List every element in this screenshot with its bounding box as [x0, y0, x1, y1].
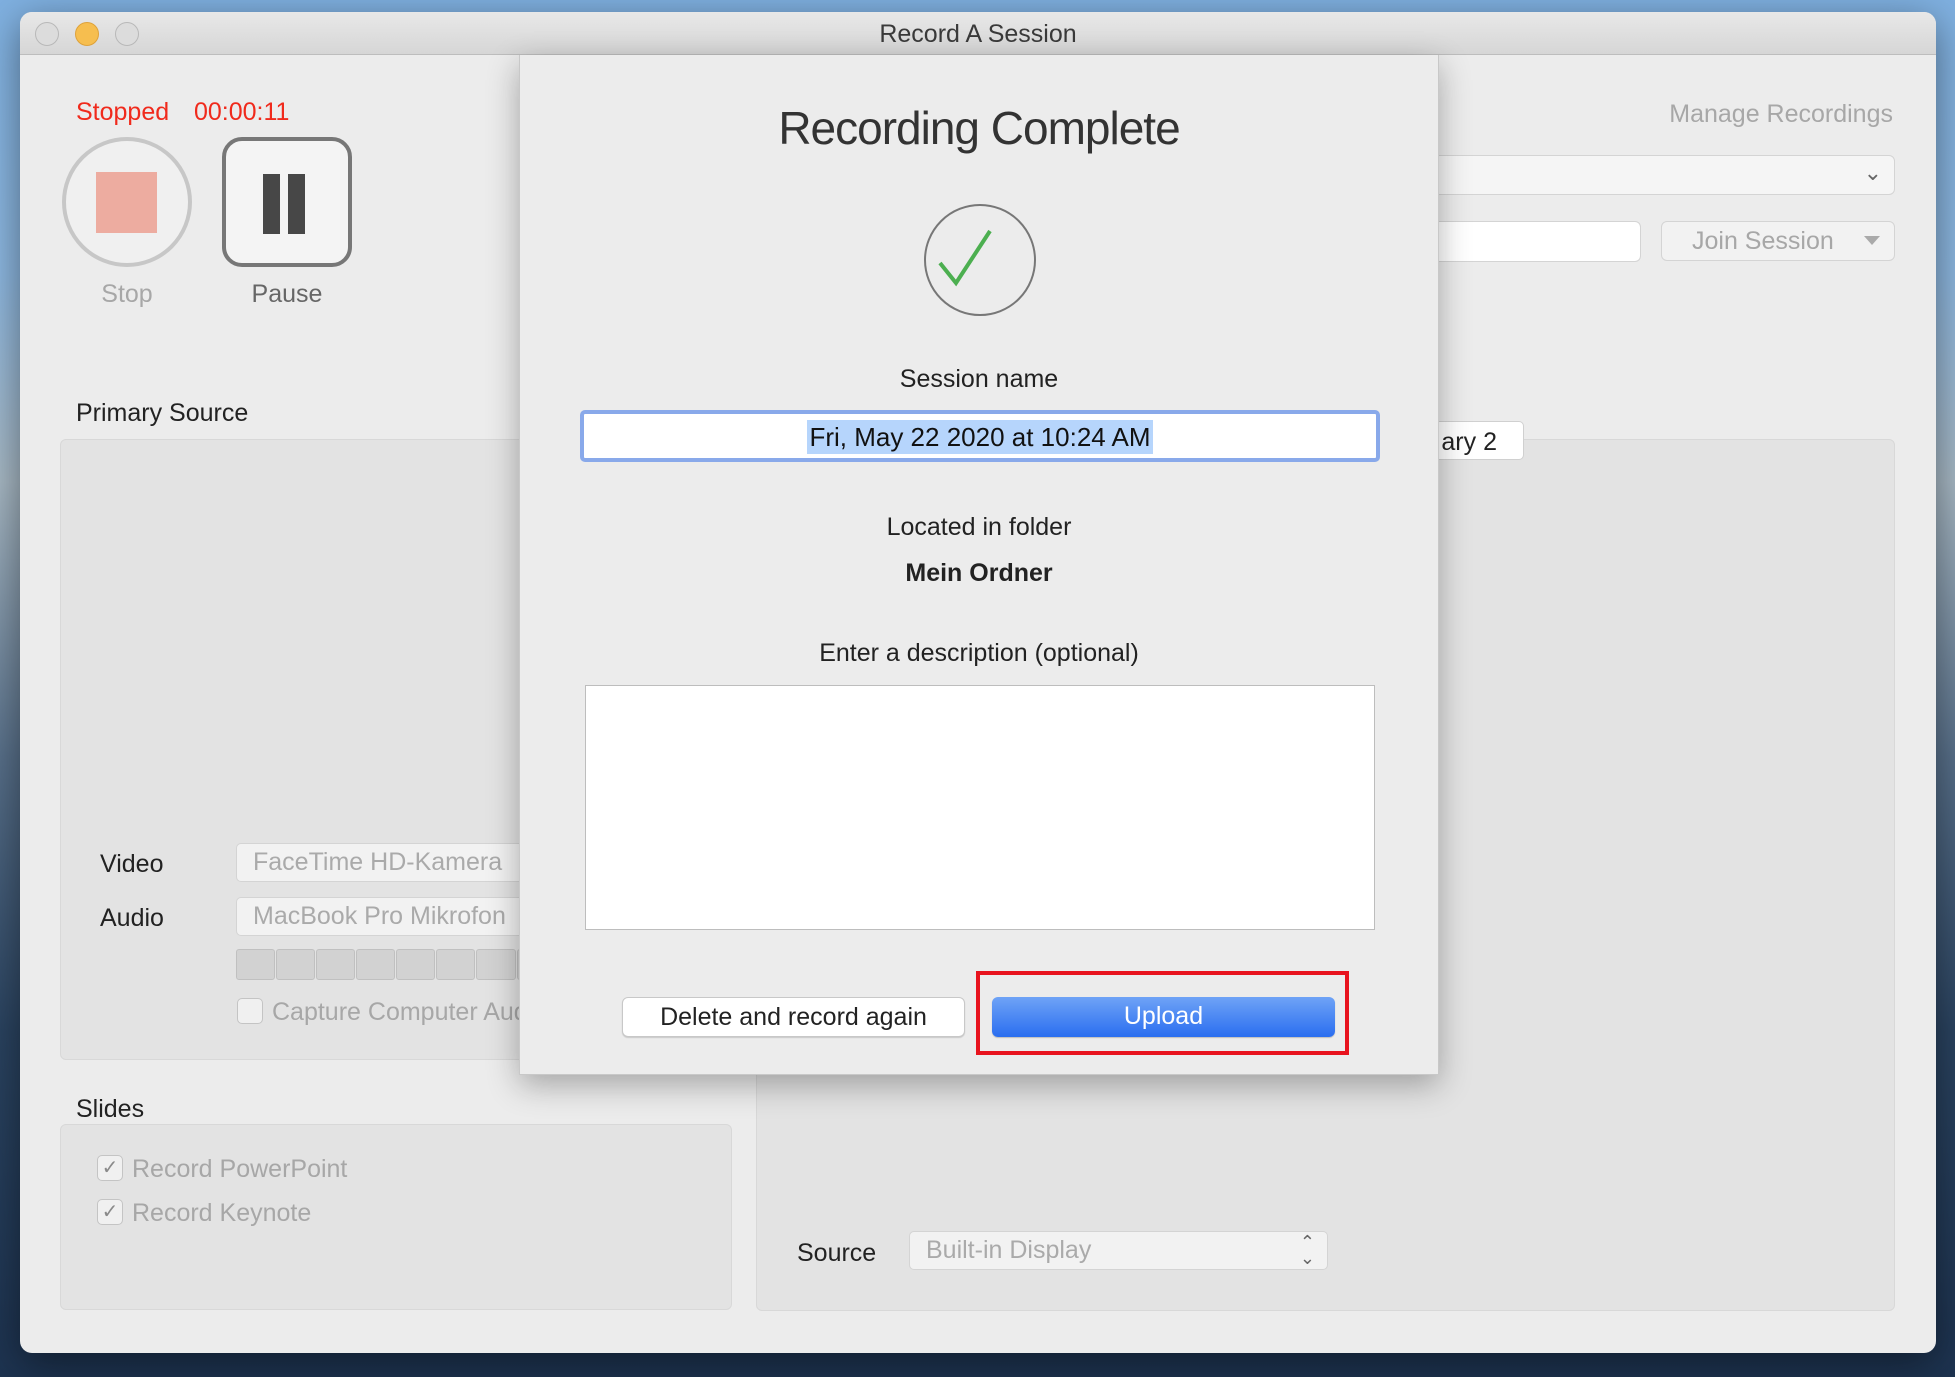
pause-button[interactable]: [222, 137, 352, 267]
status-state: Stopped: [76, 98, 170, 126]
video-label: Video: [100, 850, 164, 878]
join-session-button[interactable]: Join Session: [1661, 221, 1895, 261]
stop-button[interactable]: [62, 137, 192, 267]
session-name-input[interactable]: Fri, May 22 2020 at 10:24 AM: [580, 410, 1380, 462]
join-session-label: Join Session: [1692, 227, 1834, 255]
stop-label: Stop: [101, 280, 153, 308]
stop-icon: [96, 172, 157, 233]
record-powerpoint-checkbox[interactable]: ✓: [97, 1155, 123, 1181]
folder-value: Mein Ordner: [905, 559, 1053, 587]
source-label: Source: [797, 1239, 877, 1267]
source-value: Built-in Display: [926, 1236, 1092, 1264]
window-title: Record A Session: [879, 20, 1077, 48]
record-session-window: Record A Session Stopped 00:00:11 Stop P…: [20, 12, 1936, 1353]
slides-heading: Slides: [76, 1095, 145, 1123]
chevron-down-icon: ⌄: [1863, 160, 1882, 185]
highlight-box: [976, 971, 1349, 1055]
pause-icon: [263, 174, 280, 234]
capture-audio-checkbox[interactable]: [237, 998, 263, 1024]
primary-source-heading: Primary Source: [76, 399, 249, 427]
source-select[interactable]: Built-in Display ⌃ ⌄: [909, 1231, 1328, 1270]
status-time: 00:00:11: [194, 98, 290, 126]
recording-complete-dialog: Recording Complete Session name Fri, May…: [519, 55, 1439, 1075]
record-keynote-label: Record Keynote: [132, 1199, 312, 1227]
updown-chevron-icon: ⌃ ⌄: [1299, 1232, 1315, 1268]
dialog-title: Recording Complete: [778, 102, 1180, 154]
checkmark-icon: [924, 204, 1036, 316]
session-name-label: Session name: [899, 365, 1059, 393]
session-name-value: Fri, May 22 2020 at 10:24 AM: [807, 420, 1153, 454]
record-powerpoint-label: Record PowerPoint: [132, 1155, 348, 1183]
dropdown-arrow-icon: [1864, 236, 1880, 245]
description-label: Enter a description (optional): [819, 639, 1139, 667]
record-keynote-checkbox[interactable]: ✓: [97, 1199, 123, 1225]
description-textarea[interactable]: [585, 685, 1375, 930]
manage-recordings-link[interactable]: Manage Recordings: [1669, 100, 1893, 129]
capture-audio-label: Capture Computer Audio: [272, 998, 548, 1026]
pause-label: Pause: [251, 280, 323, 308]
delete-and-record-again-button[interactable]: Delete and record again: [622, 997, 965, 1037]
folder-label: Located in folder: [886, 513, 1072, 541]
title-bar: Record A Session: [20, 12, 1936, 55]
audio-label: Audio: [100, 904, 164, 932]
